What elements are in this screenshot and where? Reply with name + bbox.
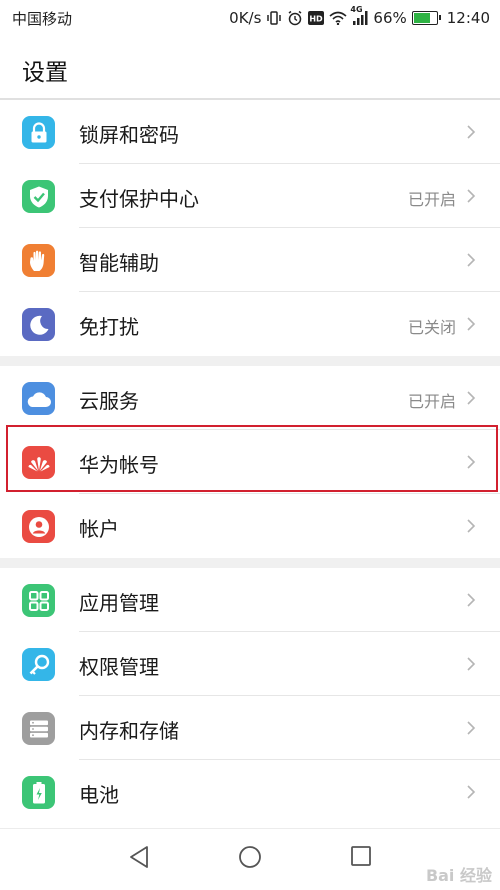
settings-item-label: 支付保护中心 [79, 187, 199, 211]
battery-percent: 66% [373, 9, 407, 27]
cell-signal-icon: 4G [350, 5, 368, 25]
settings-item-battery[interactable]: 电池 [0, 760, 500, 824]
status-icons: 0K/s HD 4G 66% 12:40 [229, 5, 490, 29]
chevron-right-icon [466, 124, 476, 144]
settings-item-app-management[interactable]: 应用管理 [0, 568, 500, 632]
back-icon[interactable] [128, 845, 150, 873]
chevron-right-icon [466, 252, 476, 272]
settings-item-label: 云服务 [79, 389, 139, 413]
clock: 12:40 [446, 9, 490, 27]
settings-item-do-not-disturb[interactable]: 免打扰 已关闭 [0, 292, 500, 356]
settings-item-status: 已开启 [407, 190, 456, 209]
key-icon [22, 648, 55, 681]
chevron-right-icon [466, 656, 476, 676]
header: 设置 [0, 36, 500, 100]
chevron-right-icon [466, 188, 476, 208]
shield-check-icon [22, 180, 55, 213]
settings-item-cloud-service[interactable]: 云服务 已开启 [0, 366, 500, 430]
svg-text:HD: HD [310, 15, 324, 24]
wifi-icon [329, 11, 347, 25]
app-grid-icon [22, 584, 55, 617]
settings-item-smart-assist[interactable]: 智能辅助 [0, 228, 500, 292]
cloud-icon [22, 382, 55, 415]
settings-item-lock-screen-password[interactable]: 锁屏和密码 [0, 100, 500, 164]
moon-icon [22, 308, 55, 341]
settings-item-label: 应用管理 [79, 591, 159, 615]
watermark: Bai 经验 [425, 866, 492, 885]
carrier-name: 中国移动 [12, 10, 73, 28]
group-separator [0, 356, 500, 366]
settings-item-label: 锁屏和密码 [79, 123, 179, 147]
chevron-right-icon [466, 390, 476, 410]
lock-icon [22, 116, 55, 149]
navigation-bar: Bai 经验 [0, 828, 500, 890]
vibrate-icon [266, 10, 282, 26]
settings-item-status: 已开启 [407, 392, 456, 411]
settings-item-label: 内存和存储 [79, 719, 179, 743]
alarm-icon [287, 10, 303, 26]
signal-badge: 4G [350, 5, 363, 14]
chevron-right-icon [466, 316, 476, 336]
chevron-right-icon [466, 592, 476, 612]
highlight-box [6, 425, 498, 492]
settings-item-accounts[interactable]: 帐户 [0, 494, 500, 558]
chevron-right-icon [466, 518, 476, 538]
recents-icon[interactable] [350, 845, 372, 871]
status-bar: 中国移动 0K/s HD 4G 66% 12:40 [0, 0, 500, 36]
person-icon [22, 510, 55, 543]
storage-icon [22, 712, 55, 745]
page-title: 设置 [22, 60, 68, 86]
group-separator [0, 558, 500, 568]
settings-item-permission-management[interactable]: 权限管理 [0, 632, 500, 696]
settings-item-label: 免打扰 [79, 315, 139, 339]
hand-icon [22, 244, 55, 277]
chevron-right-icon [466, 784, 476, 804]
settings-item-label: 智能辅助 [79, 251, 159, 275]
settings-item-memory-storage[interactable]: 内存和存储 [0, 696, 500, 760]
settings-item-label: 权限管理 [79, 655, 159, 679]
settings-item-label: 电池 [79, 783, 119, 807]
settings-item-status: 已关闭 [407, 318, 456, 337]
hd-icon: HD [308, 11, 325, 25]
settings-item-label: 帐户 [79, 517, 119, 541]
battery-icon [411, 11, 441, 25]
chevron-right-icon [466, 720, 476, 740]
home-icon[interactable] [238, 845, 262, 873]
net-speed: 0K/s [229, 9, 262, 27]
settings-item-payment-protection[interactable]: 支付保护中心 已开启 [0, 164, 500, 228]
battery-icon [22, 776, 55, 809]
